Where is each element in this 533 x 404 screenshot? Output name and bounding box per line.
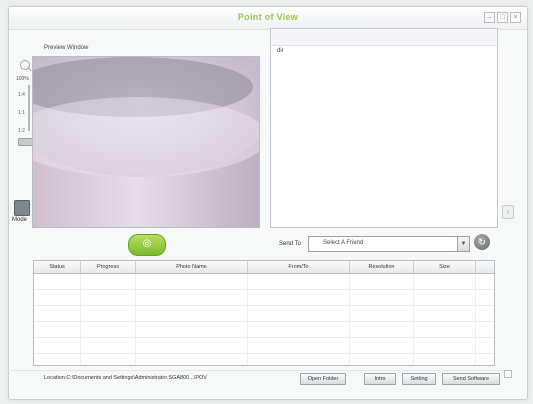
table-row[interactable] — [34, 338, 494, 354]
column-header[interactable] — [476, 261, 494, 273]
column-header[interactable]: Progress — [81, 261, 136, 273]
table-row[interactable] — [34, 274, 494, 290]
column-header[interactable]: Resolution — [350, 261, 414, 273]
send-to-label: Send To — [279, 241, 301, 247]
status-bar: Location:C:\Documents and Settings\Admin… — [8, 370, 510, 387]
zoom-icon[interactable] — [20, 60, 30, 70]
location-path: Location:C:\Documents and Settings\Admin… — [44, 375, 207, 381]
preview-image — [33, 57, 259, 227]
setting-button[interactable]: Setting — [402, 373, 436, 385]
table-row[interactable] — [34, 354, 494, 365]
resize-grip-icon[interactable] — [504, 370, 512, 378]
expand-icon[interactable]: › — [502, 205, 514, 219]
camera-icon: ◎ — [142, 238, 152, 249]
minimize-icon[interactable]: – — [484, 12, 495, 23]
zoom-tick: 1:4 — [18, 92, 25, 98]
zoom-tick: 1:2 — [18, 128, 25, 134]
open-folder-button[interactable]: Open Folder — [300, 373, 346, 385]
table-row[interactable] — [34, 290, 494, 306]
column-header[interactable]: Size — [414, 261, 476, 273]
zoom-percent: 100% — [16, 76, 29, 82]
zoom-slider[interactable] — [28, 85, 30, 131]
column-header[interactable]: From/To — [248, 261, 350, 273]
send-software-button[interactable]: Send Software — [442, 373, 500, 385]
refresh-icon[interactable]: ↻ — [474, 234, 490, 250]
photo-panel-header — [271, 29, 497, 46]
close-icon[interactable]: × — [510, 12, 521, 23]
maximize-icon[interactable]: □ — [497, 12, 508, 23]
preview-window-label: Preview Window — [44, 45, 89, 51]
zoom-tick: 1:1 — [18, 110, 25, 116]
chevron-down-icon[interactable]: ▼ — [457, 237, 469, 251]
table-header: Status Progress Photo Name From/To Resol… — [34, 261, 494, 274]
mode-label: Mode — [12, 217, 28, 223]
window-title: Point of View — [237, 12, 299, 22]
column-header[interactable]: Photo Name — [136, 261, 248, 273]
transfer-table: Status Progress Photo Name From/To Resol… — [33, 260, 495, 366]
intro-button[interactable]: Intro — [364, 373, 396, 385]
column-header[interactable]: Status — [34, 261, 81, 273]
window-controls: – □ × — [484, 12, 521, 23]
table-row[interactable] — [34, 306, 494, 322]
title-bar: Point of View – □ × — [9, 7, 527, 30]
camera-preview — [32, 56, 260, 228]
send-to-value: Select A Friend — [323, 240, 364, 246]
table-row[interactable] — [34, 322, 494, 338]
mode-button[interactable] — [14, 200, 30, 216]
capture-button[interactable]: ◎ — [128, 234, 166, 256]
photo-panel[interactable]: dir — [270, 28, 498, 228]
photo-panel-path: dir — [277, 48, 284, 54]
send-to-select[interactable]: Select A Friend ▼ — [308, 236, 470, 252]
